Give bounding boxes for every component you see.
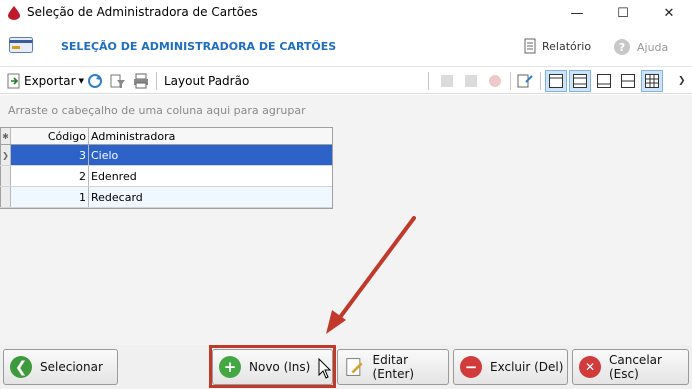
help-icon: ?: [614, 39, 630, 55]
cell-name[interactable]: Edenred: [89, 166, 332, 186]
delete-label: Excluir (Del): [490, 360, 564, 374]
footer-icon: [597, 74, 611, 88]
toolbar-separator: [156, 72, 157, 90]
grid-header: ✱ Código Administradora: [0, 127, 332, 145]
form-header: SELEÇÃO DE ADMINISTRADORA DE CARTÕES Rel…: [0, 26, 692, 66]
select-label: Selecionar: [40, 360, 103, 374]
report-label: Relatório: [542, 39, 592, 53]
svg-text:?: ?: [619, 41, 625, 54]
export-icon: [7, 73, 20, 89]
mouse-cursor-icon: [318, 358, 332, 379]
report-icon: [524, 38, 536, 54]
cancel-button[interactable]: ✕ Cancelar (Esc): [572, 349, 689, 385]
view-footer-button[interactable]: [593, 70, 615, 92]
report-button[interactable]: Relatório: [524, 38, 591, 54]
table-row[interactable]: ❯ 3 Cielo: [0, 145, 332, 166]
grid-area: Arraste o cabeçalho de uma coluna aqui p…: [0, 95, 692, 345]
layout-select[interactable]: Padrão: [208, 71, 249, 91]
toolbar-separator: [428, 72, 429, 90]
layout-save-icon[interactable]: [438, 72, 456, 90]
table-row[interactable]: 1 Redecard: [0, 187, 332, 208]
close-button[interactable]: ✕: [646, 0, 692, 26]
layout-delete-icon[interactable]: [486, 72, 504, 90]
cell-code[interactable]: 2: [11, 166, 89, 186]
select-button[interactable]: ❮ Selecionar: [3, 349, 118, 385]
credit-card-icon: [9, 37, 33, 53]
refresh-icon[interactable]: [86, 72, 104, 90]
data-grid: ✱ Código Administradora ❯ 3 Cielo 2 Eden…: [0, 127, 333, 209]
print-icon[interactable]: [132, 72, 150, 90]
row-indicator: [0, 187, 11, 207]
window-title: Seleção de Administradora de Cartões: [27, 5, 258, 19]
view-grid-header-button[interactable]: [545, 70, 567, 92]
title-bar: Seleção de Administradora de Cartões — ☐…: [0, 0, 692, 26]
page-title: SELEÇÃO DE ADMINISTRADORA DE CARTÕES: [61, 40, 337, 53]
toolbar: Exportar ▼ Layout Padrão ❯: [0, 66, 692, 94]
grid-view-icon: [549, 74, 563, 88]
toolbar-overflow-icon[interactable]: ❯: [678, 71, 686, 91]
edit-button[interactable]: Editar (Enter): [337, 349, 449, 385]
view-grid-footer-button[interactable]: [569, 70, 591, 92]
header-indicator-icon[interactable]: ✱: [0, 128, 11, 144]
gridlines-icon: [645, 74, 659, 88]
cell-name[interactable]: Redecard: [89, 187, 332, 207]
help-label: Ajuda: [637, 40, 669, 54]
toolbar-separator: [540, 72, 541, 90]
edit-document-icon: [346, 358, 363, 376]
band-icon: [621, 74, 635, 88]
column-header-name[interactable]: Administradora: [89, 128, 332, 144]
annotation-highlight: [209, 345, 336, 388]
columns-chooser-icon[interactable]: [516, 72, 534, 90]
help-button[interactable]: ? Ajuda: [613, 38, 668, 56]
filter-icon[interactable]: [109, 72, 127, 90]
dropdown-arrow-icon: ▼: [78, 77, 84, 85]
cell-code[interactable]: 1: [11, 187, 89, 207]
column-header-code[interactable]: Código: [11, 128, 89, 144]
export-menu[interactable]: Exportar ▼: [24, 71, 84, 91]
toolbar-separator: [510, 72, 511, 90]
app-drop-icon: [8, 6, 20, 20]
cell-name[interactable]: Cielo: [89, 145, 332, 165]
maximize-button[interactable]: ☐: [600, 0, 646, 26]
minus-icon: −: [460, 356, 482, 378]
back-arrow-icon: ❮: [10, 356, 32, 378]
view-gridlines-button[interactable]: [641, 70, 663, 92]
cancel-label: Cancelar (Esc): [609, 353, 662, 381]
cell-code[interactable]: 3: [11, 145, 89, 165]
minimize-button[interactable]: —: [554, 0, 600, 26]
action-bar: ❮ Selecionar + Novo (Ins) Editar (Enter)…: [0, 345, 692, 389]
delete-button[interactable]: − Excluir (Del): [453, 349, 568, 385]
row-current-indicator-icon: ❯: [0, 145, 11, 165]
layout-load-icon[interactable]: [462, 72, 480, 90]
edit-label: Editar (Enter): [372, 353, 415, 381]
group-by-hint: Arraste o cabeçalho de uma coluna aqui p…: [8, 104, 306, 117]
table-row[interactable]: 2 Edenred: [0, 166, 332, 187]
grid-footer-icon: [573, 74, 587, 88]
layout-label: Layout: [164, 74, 205, 88]
view-band-button[interactable]: [617, 70, 639, 92]
cancel-x-icon: ✕: [579, 356, 601, 378]
row-indicator: [0, 166, 11, 186]
